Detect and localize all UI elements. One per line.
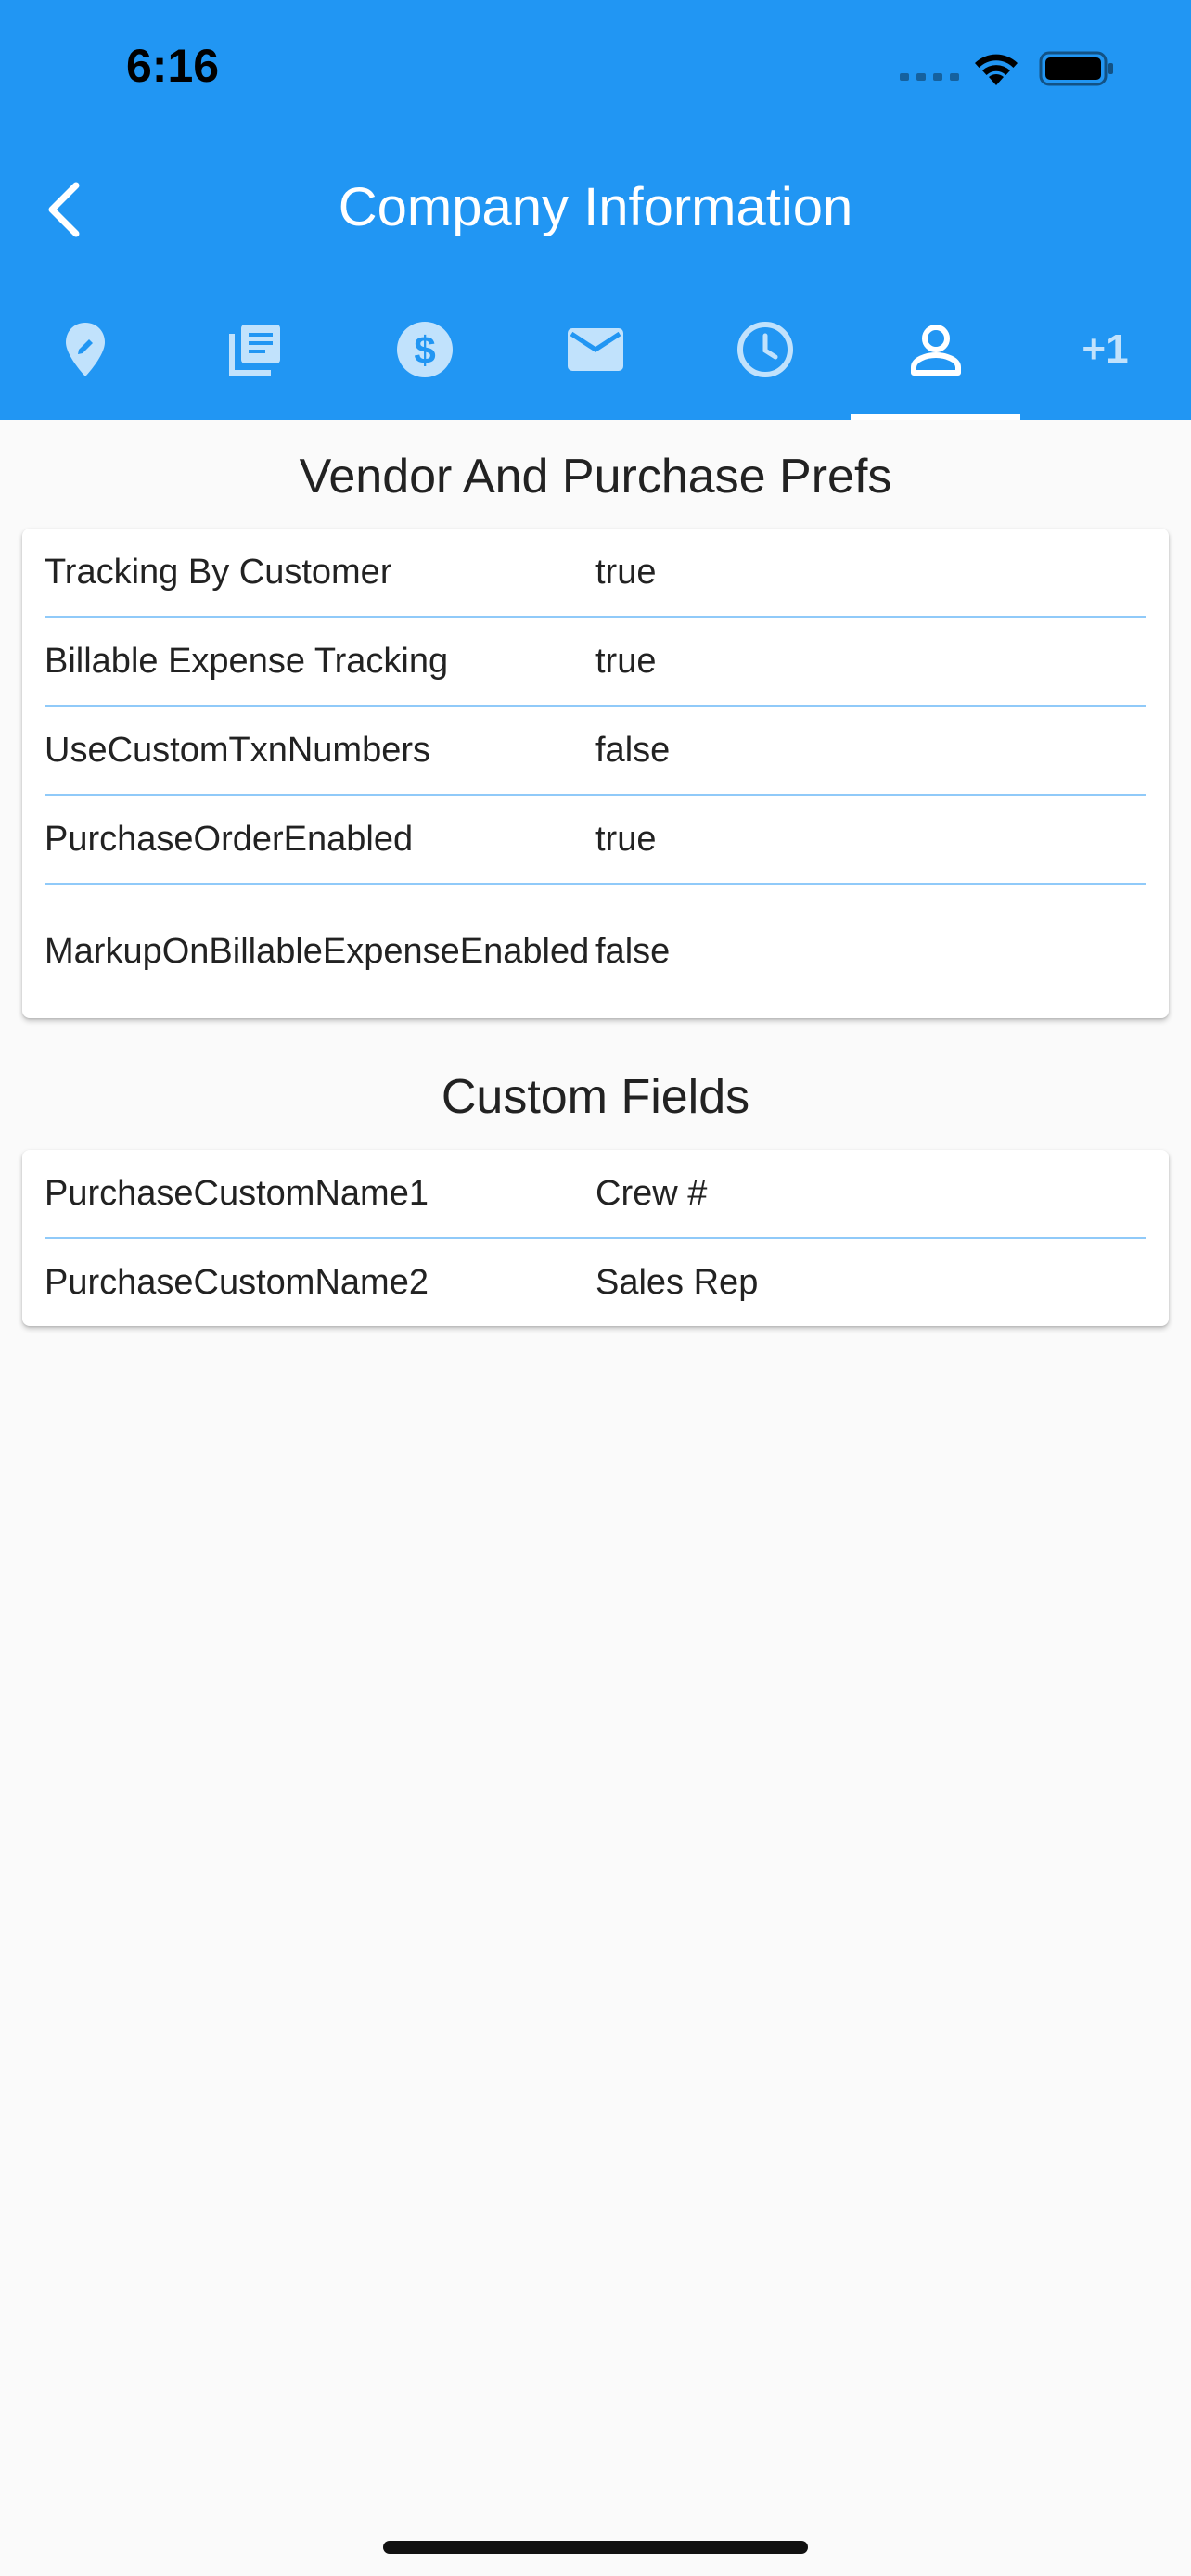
table-row: PurchaseCustomName2 Sales Rep [45, 1239, 1146, 1326]
home-indicator [383, 2541, 808, 2554]
vendor-prefs-card: Tracking By Customer true Billable Expen… [22, 529, 1169, 1018]
wifi-icon [975, 54, 1018, 85]
row-label: Billable Expense Tracking [45, 642, 449, 681]
row-label: PurchaseOrderEnabled [45, 820, 414, 859]
row-value: Sales Rep [596, 1263, 759, 1302]
row-value: true [596, 553, 657, 592]
document-list-icon [228, 324, 280, 376]
table-row: PurchaseOrderEnabled true [45, 796, 1146, 885]
row-value: true [596, 820, 657, 859]
row-value: false [596, 731, 671, 770]
header: 6:16 Company Information $ +1 [0, 0, 1191, 420]
selected-tab-indicator [851, 414, 1020, 420]
tab-documents[interactable] [170, 278, 339, 420]
row-label: Tracking By Customer [45, 553, 392, 592]
tab-vendor-prefs[interactable] [851, 278, 1020, 420]
status-bar: 6:16 [0, 0, 1191, 139]
row-label: PurchaseCustomName2 [45, 1263, 429, 1302]
tab-email[interactable] [510, 278, 680, 420]
clock-icon [736, 321, 793, 377]
row-label: UseCustomTxnNumbers [45, 731, 430, 770]
table-row: UseCustomTxnNumbers false [45, 707, 1146, 796]
status-time: 6:16 [126, 40, 220, 92]
location-pin-icon [65, 322, 105, 376]
tab-more[interactable]: +1 [1020, 278, 1190, 420]
tab-location[interactable] [0, 278, 170, 420]
vendor-section-title: Vendor And Purchase Prefs [299, 450, 892, 504]
svg-text:$: $ [414, 328, 435, 372]
table-row: MarkupOnBillableExpenseEnabled false [45, 885, 1146, 1018]
person-icon [910, 324, 961, 376]
table-row: Billable Expense Tracking true [45, 618, 1146, 707]
cellular-signal-icon [900, 73, 959, 81]
row-label: PurchaseCustomName1 [45, 1174, 429, 1213]
row-value: false [596, 932, 671, 971]
custom-fields-card: PurchaseCustomName1 Crew # PurchaseCusto… [22, 1150, 1169, 1326]
table-row: Tracking By Customer true [45, 529, 1146, 618]
custom-fields-title: Custom Fields [441, 1070, 750, 1124]
table-row: PurchaseCustomName1 Crew # [45, 1150, 1146, 1239]
page-title: Company Information [338, 177, 853, 237]
tab-more-label: +1 [1082, 325, 1129, 372]
app-bar: Company Information [0, 139, 1191, 278]
company-information-screen: 6:16 Company Information $ +1 Vendor And… [0, 0, 1191, 2576]
row-label: MarkupOnBillableExpenseEnabled [45, 932, 590, 971]
battery-icon [1039, 51, 1113, 86]
row-value: true [596, 642, 657, 681]
tab-bar: $ +1 [0, 278, 1191, 420]
dollar-icon: $ [396, 321, 453, 377]
row-value: Crew # [596, 1174, 708, 1213]
mail-icon [567, 327, 623, 371]
tab-time[interactable] [680, 278, 850, 420]
tab-billing[interactable]: $ [339, 278, 509, 420]
